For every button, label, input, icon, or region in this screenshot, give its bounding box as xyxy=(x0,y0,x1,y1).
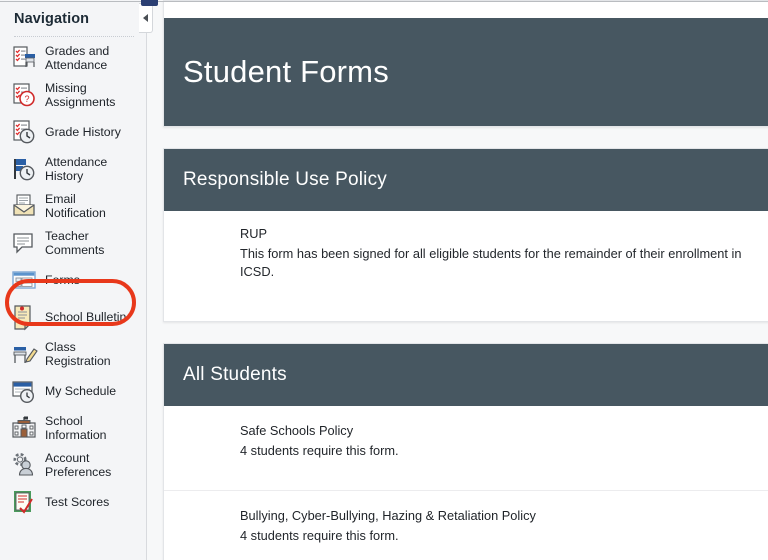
sidebar-item-label: Grades and Attendance xyxy=(45,43,110,72)
sidebar-item-label: Attendance History xyxy=(45,154,108,183)
sidebar-item-test-scores[interactable]: Test Scores xyxy=(0,483,146,520)
sidebar-item-account-preferences[interactable]: Account Preferences xyxy=(0,446,146,483)
section-body: Safe Schools Policy 4 students require t… xyxy=(164,406,768,560)
main-content: Student Forms Responsible Use Policy RUP… xyxy=(147,0,768,560)
navigation-divider xyxy=(14,36,134,37)
section-title: All Students xyxy=(164,344,768,406)
form-name: Safe Schools Policy xyxy=(240,423,354,438)
form-list-item[interactable]: RUP This form has been signed for all el… xyxy=(164,211,768,297)
section-responsible-use-policy: Responsible Use Policy RUP This form has… xyxy=(163,148,768,322)
sidebar-item-label: Class Registration xyxy=(45,339,111,368)
sidebar-item-label: Missing Assignments xyxy=(45,80,116,109)
page-title: Student Forms xyxy=(164,18,768,126)
sidebar-item-label: Teacher Comments xyxy=(45,228,105,257)
top-divider-rule xyxy=(0,1,768,2)
grade-history-icon xyxy=(10,118,38,146)
sidebar-item-class-registration[interactable]: Class Registration xyxy=(0,335,146,372)
navigation-list: Grades and Attendance ? Missing Assignme… xyxy=(0,39,146,520)
email-notification-icon xyxy=(10,192,38,220)
sidebar-item-label: School Information xyxy=(45,413,107,442)
sidebar-item-my-schedule[interactable]: My Schedule xyxy=(0,372,146,409)
sidebar-item-grade-history[interactable]: Grade History xyxy=(0,113,146,150)
sidebar-item-forms[interactable]: Forms xyxy=(0,261,146,298)
school-information-icon xyxy=(10,414,38,442)
form-list-item[interactable]: Bullying, Cyber-Bullying, Hazing & Retal… xyxy=(164,490,768,560)
form-list-item[interactable]: Safe Schools Policy 4 students require t… xyxy=(164,406,768,490)
sidebar-item-email-notification[interactable]: Email Notification xyxy=(0,187,146,224)
navigation-title: Navigation xyxy=(14,11,90,27)
section-title: Responsible Use Policy xyxy=(164,149,768,211)
sidebar-item-label: Account Preferences xyxy=(45,450,112,479)
navigation-sidebar: Navigation Grades and Attendance ? Missi… xyxy=(0,0,147,560)
svg-text:?: ? xyxy=(24,94,29,104)
form-name: Bullying, Cyber-Bullying, Hazing & Retal… xyxy=(240,508,536,523)
sidebar-item-attendance-history[interactable]: Attendance History xyxy=(0,150,146,187)
section-all-students: All Students Safe Schools Policy 4 stude… xyxy=(163,343,768,560)
sidebar-item-label: Email Notification xyxy=(45,191,106,220)
sidebar-item-school-bulletin[interactable]: School Bulletin xyxy=(0,298,146,335)
school-bulletin-icon xyxy=(10,303,38,331)
attendance-history-icon xyxy=(10,155,38,183)
sidebar-item-label: School Bulletin xyxy=(45,309,127,324)
page-title-card: Student Forms xyxy=(163,0,768,127)
sidebar-item-school-information[interactable]: School Information xyxy=(0,409,146,446)
top-navy-chip xyxy=(141,0,158,6)
sidebar-item-label: My Schedule xyxy=(45,383,117,398)
form-note: 4 students require this form. xyxy=(240,528,399,543)
test-scores-icon xyxy=(10,488,38,516)
sidebar-item-grades-and-attendance[interactable]: Grades and Attendance xyxy=(0,39,146,76)
class-registration-icon xyxy=(10,340,38,368)
sidebar-item-teacher-comments[interactable]: Teacher Comments xyxy=(0,224,146,261)
missing-assignments-icon: ? xyxy=(10,81,38,109)
grades-attendance-icon xyxy=(10,44,38,72)
sidebar-collapse-button[interactable] xyxy=(139,3,153,33)
teacher-comments-icon xyxy=(10,229,38,257)
account-preferences-icon xyxy=(10,451,38,479)
app-root: Navigation Grades and Attendance ? Missi… xyxy=(0,0,768,560)
chevron-left-icon xyxy=(143,14,148,22)
sidebar-item-label: Forms xyxy=(45,272,80,287)
forms-icon xyxy=(10,266,38,294)
section-body: RUP This form has been signed for all el… xyxy=(164,211,768,321)
form-name: RUP xyxy=(240,226,268,241)
my-schedule-icon xyxy=(10,377,38,405)
sidebar-item-label: Grade History xyxy=(45,124,121,139)
sidebar-item-label: Test Scores xyxy=(45,494,110,509)
sidebar-item-missing-assignments[interactable]: ? Missing Assignments xyxy=(0,76,146,113)
form-note: 4 students require this form. xyxy=(240,443,399,458)
form-note: This form has been signed for all eligib… xyxy=(240,246,742,279)
